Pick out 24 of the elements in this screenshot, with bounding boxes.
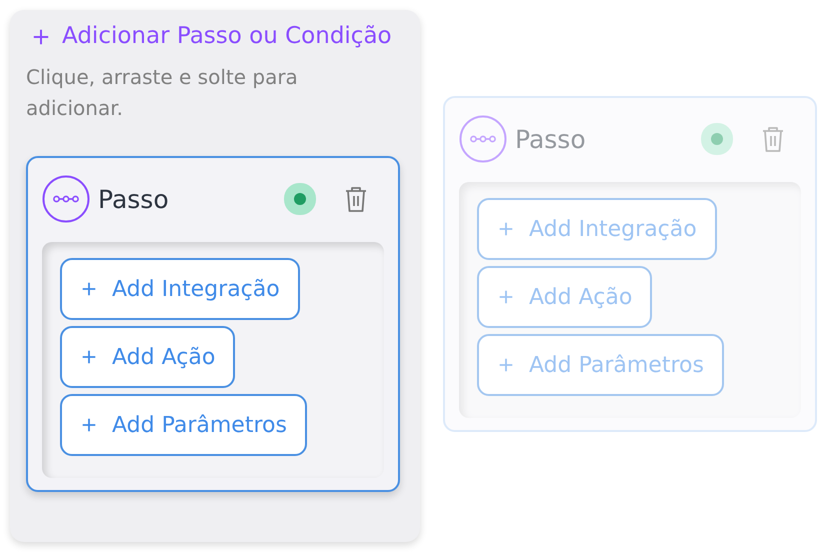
- add-button[interactable]: Add Parâmetros: [477, 334, 724, 396]
- step-card[interactable]: Passo Add Integração Add Ação Add Parâmetros: [443, 96, 817, 432]
- panel-title: Adicionar Passo ou Condição: [62, 22, 392, 51]
- plus-icon: [80, 280, 98, 298]
- status-dot: [294, 193, 306, 205]
- add-button[interactable]: Add Ação: [477, 266, 652, 328]
- step-card[interactable]: Passo Add Integração Add Ação Add Parâmetros: [26, 156, 400, 492]
- chain-icon: [42, 175, 90, 223]
- plus-icon: [497, 356, 515, 374]
- plus-icon: [80, 416, 98, 434]
- plus-icon: [497, 288, 515, 306]
- plus-icon: [497, 220, 515, 238]
- add-button[interactable]: Add Ação: [60, 326, 236, 388]
- card-title: Passo: [98, 184, 170, 214]
- status-dot: [711, 133, 723, 145]
- plus-icon: [80, 348, 98, 366]
- plus-icon: [32, 28, 50, 46]
- add-button[interactable]: Add Integração: [60, 258, 300, 320]
- trash-icon[interactable]: [344, 185, 368, 213]
- card-title: Passo: [515, 124, 587, 154]
- panel-subtitle: Clique, arraste e solte para adicionar.: [26, 64, 299, 122]
- add-button[interactable]: Add Integração: [477, 198, 717, 260]
- chain-icon: [459, 115, 507, 163]
- add-button[interactable]: Add Parâmetros: [60, 394, 307, 456]
